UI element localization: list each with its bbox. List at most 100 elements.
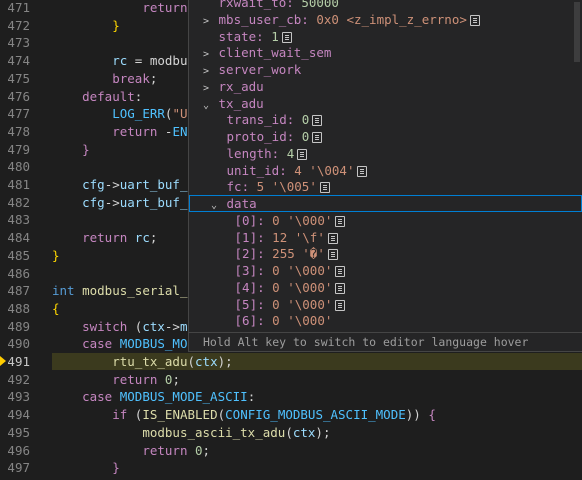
- variable-row[interactable]: [6]: 0 '\000': [189, 312, 582, 329]
- variable-value: 50000: [293, 0, 339, 10]
- line-number: 489: [7, 318, 30, 334]
- variable-row[interactable]: proto_id: 0: [189, 128, 582, 145]
- variable-row[interactable]: [3]: 0 '\000': [189, 262, 582, 279]
- code-line[interactable]: 493 case MODBUS_MODE_ASCII:: [0, 388, 582, 405]
- code-token: case: [82, 336, 113, 352]
- code-line[interactable]: 497 }: [0, 459, 582, 476]
- variable-value: 5 '\005': [249, 179, 317, 195]
- variable-row[interactable]: state: 1: [189, 28, 582, 45]
- variable-name: proto_id:: [219, 129, 295, 144]
- code-text: return: [52, 0, 187, 16]
- code-token: :: [134, 88, 143, 104]
- view-binary-data-icon[interactable]: [327, 232, 338, 244]
- variable-value: 12 '\f': [264, 229, 325, 245]
- view-binary-data-icon[interactable]: [312, 115, 323, 127]
- code-text: switch (ctx->mo: [52, 318, 195, 335]
- variable-name: [3]:: [227, 263, 265, 278]
- view-binary-data-icon[interactable]: [327, 249, 338, 261]
- code-text: case MODBUS_MODE_ASCII:: [52, 388, 255, 405]
- variable-row[interactable]: > client_wait_sem: [189, 44, 582, 61]
- code-text: modbus_ascii_tx_adu(ctx);: [52, 424, 330, 441]
- code-line[interactable]: 496 return 0;: [0, 442, 582, 459]
- view-binary-data-icon[interactable]: [469, 14, 480, 26]
- view-binary-data-icon[interactable]: [335, 266, 346, 277]
- code-text: int modbus_serial_t: [52, 282, 195, 299]
- line-number: 471: [7, 0, 30, 15]
- view-binary-data-icon[interactable]: [281, 31, 292, 43]
- code-token: :: [247, 389, 256, 405]
- view-binary-data-icon[interactable]: [319, 182, 330, 194]
- variable-row[interactable]: > server_work: [189, 61, 582, 78]
- code-line[interactable]: 494 if (IS_ENABLED(CONFIG_MODBUS_ASCII_M…: [0, 406, 582, 423]
- line-number: 494: [7, 407, 30, 423]
- variable-name: rxwait_to:: [211, 0, 294, 10]
- variable-row[interactable]: [0]: 0 '\000': [189, 212, 582, 229]
- code-line[interactable]: 492 return 0;: [0, 371, 582, 388]
- line-number: 484: [7, 230, 30, 246]
- view-binary-data-icon[interactable]: [297, 148, 308, 160]
- line-number: 478: [7, 123, 30, 139]
- variable-row[interactable]: [2]: 255 '�': [189, 245, 582, 262]
- variable-row[interactable]: unit_id: 4 '\004': [189, 162, 582, 179]
- variable-row[interactable]: rxwait_to: 50000: [189, 0, 582, 11]
- variable-row[interactable]: [4]: 0 '\000': [189, 279, 582, 296]
- variable-row[interactable]: > rx_adu: [189, 78, 582, 95]
- view-binary-data-icon[interactable]: [335, 215, 346, 227]
- view-binary-data-icon[interactable]: [335, 282, 346, 294]
- code-token: =: [127, 53, 150, 69]
- code-token: cfg: [82, 194, 105, 210]
- variable-value: 0 '\000': [264, 296, 333, 312]
- variable-row[interactable]: [5]: 0 '\000': [189, 296, 582, 313]
- code-token: );: [315, 424, 331, 440]
- debug-hover-widget[interactable]: rxwait_to: 50000 > mbs_user_cb: 0x0 <z_im…: [188, 0, 582, 352]
- code-token: ctx: [142, 318, 165, 334]
- variable-name: server_work: [211, 62, 302, 77]
- line-number: 474: [7, 53, 30, 69]
- variable-row[interactable]: length: 4: [189, 145, 582, 162]
- code-token: if: [112, 407, 128, 423]
- line-number: 479: [7, 141, 30, 157]
- code-token: return: [112, 371, 158, 387]
- view-binary-data-icon[interactable]: [335, 299, 346, 311]
- view-binary-data-icon[interactable]: [312, 132, 323, 143]
- variable-row[interactable]: trans_id: 0: [189, 111, 582, 128]
- code-token: ;: [202, 442, 211, 458]
- line-number: 480: [7, 159, 30, 175]
- variable-name: mbs_user_cb:: [211, 11, 309, 27]
- hover-scrollbar[interactable]: [574, 2, 580, 62]
- view-binary-data-icon[interactable]: [357, 165, 368, 177]
- code-token: {: [52, 300, 60, 316]
- code-text: }: [52, 459, 120, 476]
- code-token: uart_buf_c: [119, 177, 196, 192]
- variable-row[interactable]: fc: 5 '\005': [189, 178, 582, 195]
- current-line[interactable]: 491 rtu_tx_adu(ctx);: [0, 353, 582, 370]
- code-text: rc = modbus: [52, 52, 195, 69]
- code-token: (: [187, 354, 196, 369]
- code-token: return: [112, 123, 158, 139]
- variable-row-selected[interactable]: ⌄ data: [189, 195, 582, 212]
- code-line[interactable]: 495 modbus_ascii_tx_adu(ctx);: [0, 424, 582, 441]
- variable-value: 255 '�': [264, 246, 325, 262]
- code-token: MODBUS_MOD: [119, 336, 196, 352]
- variable-row[interactable]: [1]: 12 '\f': [189, 229, 582, 246]
- code-token: return: [142, 0, 188, 15]
- line-number: 477: [7, 106, 30, 122]
- variable-value: 1: [263, 28, 279, 44]
- variable-row[interactable]: ⌄ tx_adu: [189, 95, 582, 112]
- variable-row[interactable]: > mbs_user_cb: 0x0 <z_impl_z_errno>: [189, 11, 582, 28]
- variable-tree[interactable]: rxwait_to: 50000 > mbs_user_cb: 0x0 <z_im…: [189, 0, 582, 334]
- code-text: return rc;: [52, 229, 157, 246]
